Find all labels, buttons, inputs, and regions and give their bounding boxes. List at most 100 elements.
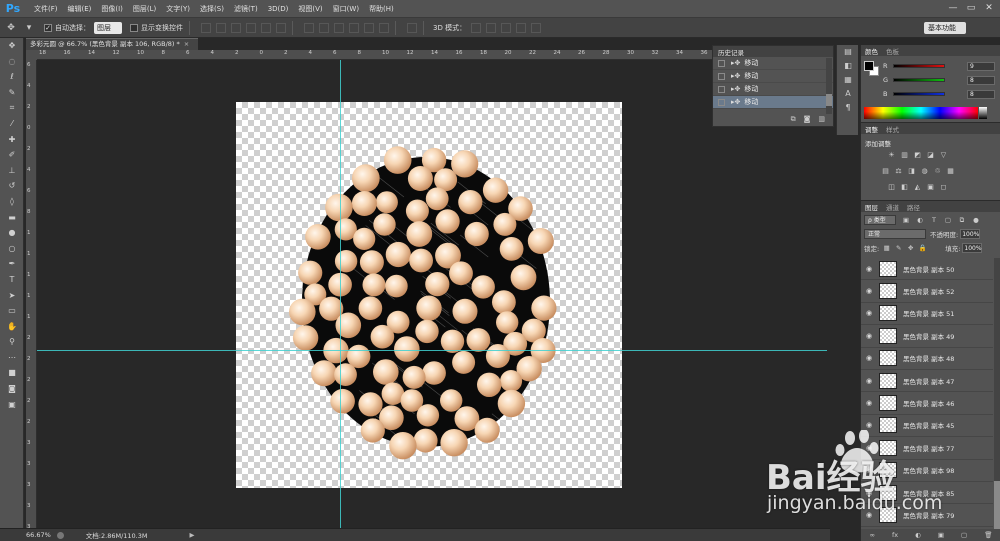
properties-panel-icon[interactable]: ◧: [837, 59, 859, 73]
more-tools-icon[interactable]: ⋯: [0, 350, 24, 366]
eye-icon[interactable]: ◉: [863, 377, 875, 385]
red-slider[interactable]: [893, 64, 945, 68]
layer-row[interactable]: ◉ 黑色背景 副本 51: [861, 303, 993, 326]
align-hcenter-icon[interactable]: [261, 22, 271, 33]
menu-item[interactable]: 窗口(W): [328, 0, 364, 18]
foreground-background-icon[interactable]: ■: [0, 365, 24, 381]
gradient-tool-icon[interactable]: ▬: [0, 210, 24, 226]
path-select-tool-icon[interactable]: ➤: [0, 288, 24, 304]
fill-field[interactable]: 100%: [962, 243, 983, 253]
close-button[interactable]: ✕: [982, 2, 996, 14]
layer-row[interactable]: ◉ 黑色背景 副本 48: [861, 348, 993, 370]
menu-item[interactable]: 3D(D): [263, 0, 294, 18]
adjustment-icon[interactable]: ◭: [913, 183, 922, 192]
history-source-checkbox[interactable]: [718, 59, 725, 67]
stamp-tool-icon[interactable]: ⊥: [0, 163, 24, 179]
history-item[interactable]: ▸✥ 移动: [713, 96, 833, 109]
blur-tool-icon[interactable]: ●: [0, 225, 24, 241]
eyedropper-tool-icon[interactable]: ⁄: [0, 116, 24, 132]
move-tool-icon[interactable]: ✥: [0, 38, 24, 54]
adjustment-icon[interactable]: ◪: [926, 151, 935, 160]
swatches-panel-icon[interactable]: ▦: [837, 73, 859, 87]
menu-item[interactable]: 文字(Y): [161, 0, 195, 18]
chevron-down-icon[interactable]: ▾: [22, 21, 36, 35]
document-tab[interactable]: 多彩元圆 @ 66.7% (黑色背景 副本 106, RGB/8) * ×: [26, 38, 198, 50]
align-right-icon[interactable]: [276, 22, 286, 33]
lock-position-icon[interactable]: ✥: [906, 244, 915, 252]
filter-pixel-icon[interactable]: ▣: [902, 216, 910, 224]
tab-paths[interactable]: 路径: [903, 202, 924, 212]
blue-slider[interactable]: [893, 92, 945, 96]
layer-row[interactable]: ◉ 黑色背景 副本 46: [861, 392, 993, 415]
eye-icon[interactable]: ◉: [863, 421, 875, 429]
status-icon[interactable]: [56, 531, 64, 539]
eye-icon[interactable]: ◉: [863, 332, 875, 340]
marquee-tool-icon[interactable]: ◌: [0, 54, 24, 70]
color-spectrum[interactable]: [864, 107, 978, 119]
tab-channels[interactable]: 通道: [882, 202, 903, 212]
canvas-area[interactable]: [37, 60, 827, 528]
filter-smart-object-icon[interactable]: ⧉: [958, 216, 966, 224]
distribute-vcenter-icon[interactable]: [319, 22, 329, 33]
distribute-top-icon[interactable]: [304, 22, 314, 33]
green-slider[interactable]: [893, 78, 945, 82]
type-tool-icon[interactable]: T: [0, 272, 24, 288]
red-value-field[interactable]: 9: [967, 61, 995, 71]
adjustment-icon[interactable]: ◍: [920, 167, 929, 176]
align-top-icon[interactable]: [201, 22, 211, 33]
zoom-level[interactable]: 66.67%: [26, 531, 51, 539]
history-item[interactable]: ▸✥ 移动: [713, 57, 833, 70]
menu-item[interactable]: 视图(V): [293, 0, 327, 18]
auto-select-dropdown[interactable]: 图层: [94, 21, 122, 34]
foreground-color-swatch[interactable]: [864, 61, 874, 71]
adjustment-icon[interactable]: ◨: [907, 167, 916, 176]
trash-icon[interactable]: ▥: [818, 115, 825, 124]
new-document-from-state-icon[interactable]: ⧉: [791, 115, 796, 124]
auto-align-icon[interactable]: [407, 22, 417, 33]
healing-tool-icon[interactable]: ✚: [0, 132, 24, 148]
adjustment-icon[interactable]: ◩: [913, 151, 922, 160]
distribute-hcenter-icon[interactable]: [364, 22, 374, 33]
menu-item[interactable]: 选择(S): [195, 0, 229, 18]
black-white-ramp[interactable]: [979, 107, 987, 119]
distribute-right-icon[interactable]: [379, 22, 389, 33]
adjustment-icon[interactable]: ◧: [900, 183, 909, 192]
history-source-checkbox[interactable]: [718, 85, 725, 93]
layer-row[interactable]: ◉ 黑色背景 副本 52: [861, 280, 993, 303]
horizontal-ruler[interactable]: 18 16 14 12 10 8 6 4 2 0 2 4 6 8 10 12 14 16 18 20 22 24 26 28 3…: [37, 50, 827, 60]
quick-mask-icon[interactable]: ◙: [0, 381, 24, 397]
history-source-checkbox[interactable]: [718, 72, 725, 80]
adjustment-icon[interactable]: ☀: [887, 151, 896, 160]
menu-item[interactable]: 图像(I): [96, 0, 128, 18]
eye-icon[interactable]: ◉: [863, 287, 875, 295]
tab-layers[interactable]: 图层: [861, 202, 882, 212]
crop-tool-icon[interactable]: ⌗: [0, 100, 24, 116]
tab-swatches[interactable]: 色板: [882, 46, 903, 56]
menu-item[interactable]: 滤镜(T): [229, 0, 263, 18]
drag-3d-icon[interactable]: [501, 22, 512, 33]
adjustment-icon[interactable]: ▦: [946, 167, 955, 176]
minimize-button[interactable]: —: [946, 2, 960, 14]
adjustment-icon[interactable]: ⚖: [894, 167, 903, 176]
close-icon[interactable]: ×: [184, 39, 189, 50]
tab-styles[interactable]: 样式: [882, 124, 903, 134]
lock-transparency-icon[interactable]: ▦: [882, 244, 891, 252]
screen-mode-icon[interactable]: ▣: [0, 397, 24, 413]
adjustment-icon[interactable]: ▽: [939, 151, 948, 160]
layer-filter-dropdown[interactable]: ρ 类型: [864, 215, 896, 225]
maximize-button[interactable]: ▭: [964, 2, 978, 14]
adjustment-icon[interactable]: ▤: [881, 167, 890, 176]
zoom-tool-icon[interactable]: ⚲: [0, 334, 24, 350]
auto-select-checkbox[interactable]: ✓: [44, 23, 52, 32]
layer-row[interactable]: ◉ 黑色背景 副本 49: [861, 325, 993, 348]
align-left-icon[interactable]: [246, 22, 256, 33]
filter-adjustment-icon[interactable]: ◐: [916, 216, 924, 224]
opacity-field[interactable]: 100%: [960, 229, 981, 239]
eye-icon[interactable]: ◉: [863, 309, 875, 317]
adjustment-icon[interactable]: ▥: [900, 151, 909, 160]
adjustment-icon[interactable]: ▣: [926, 183, 935, 192]
menu-item[interactable]: 图层(L): [128, 0, 161, 18]
filter-type-icon[interactable]: T: [930, 216, 938, 224]
eye-icon[interactable]: ◉: [863, 399, 875, 407]
tab-adjustments[interactable]: 调整: [861, 124, 882, 134]
